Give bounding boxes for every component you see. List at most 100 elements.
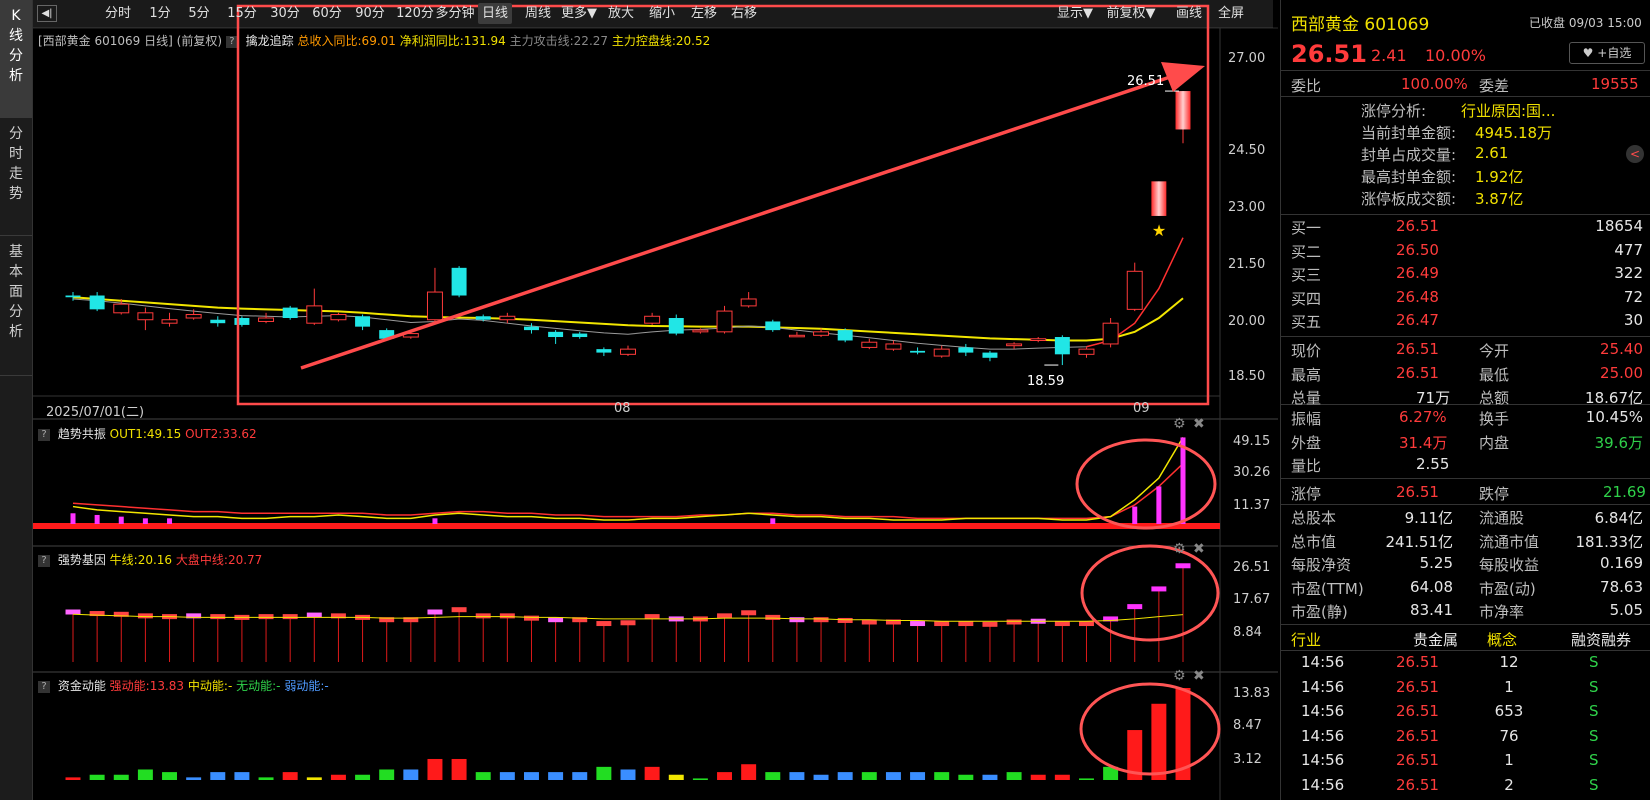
quote-value: 71万 [1416,389,1451,407]
panel3-bar [765,772,781,780]
candle [572,331,588,339]
toolbar-item-0[interactable]: 分时 [99,3,137,24]
tab-intraday[interactable]: 分时走势 [0,118,32,236]
panel3-bar [137,769,153,780]
toolbar-item-13[interactable]: 缩小 [644,3,680,24]
fund-label: 每股净资 [1291,556,1352,574]
panel3-bar [789,772,805,780]
gear-icon: ⚙ [1173,668,1186,684]
tab-kline[interactable]: K线分析 [0,0,32,118]
tab-margin[interactable]: 融资融券 [1571,629,1631,650]
bid-volume: 18654 [1595,217,1643,235]
toolbar-item-11[interactable]: 更多▼ [558,3,600,24]
candle-body [644,315,661,324]
bid-price: 26.49 [1396,264,1439,282]
tab-industry[interactable]: 行业 [1291,629,1321,650]
panel2-header: ? 强势基因 牛线:20.16 大盘中线:20.77 [38,551,262,568]
toolbar-item-7[interactable]: 120分 [396,3,434,24]
x-start-label: 2025/07/01(二) [46,405,145,420]
panel1-base-band [33,523,1220,529]
toolbar-right-item-0[interactable]: 显示▼ [1053,3,1097,24]
candle [137,307,154,331]
candle [451,266,467,298]
y-tick-label: 24.50 [1228,143,1266,158]
toolbar-item-3[interactable]: 15分 [223,3,261,24]
quote-label: 今开 [1479,342,1510,360]
candle [740,292,757,308]
help-icon[interactable]: ? [38,428,50,441]
candle-body [933,348,950,357]
bid-label: 买四 [1291,289,1322,308]
fund-value: 241.51亿 [1385,532,1454,551]
candle-body [1054,337,1070,355]
panel3-bar [668,774,684,780]
toolbar-item-6[interactable]: 90分 [353,3,387,24]
candle-body [1078,348,1095,355]
candle [355,314,371,331]
panel1-bar [167,518,173,524]
candle [210,316,226,327]
stock-code: 601069 [1364,15,1430,35]
panel3-y-tick: 3.12 [1233,752,1262,767]
panel3-bar [282,772,298,780]
candle [885,340,902,351]
toolbar-item-2[interactable]: 5分 [183,3,215,24]
side-tab-bar: K线分析 分时走势 基本面分析 [0,0,33,800]
add-watchlist-button[interactable]: ♥ +自选 [1569,42,1645,64]
panel2-bar [813,617,829,623]
panel3-strong: 强动能:13.83 [109,679,185,693]
toolbar-right-item-1[interactable]: 前复权▼ [1103,3,1159,24]
panel3-y-tick: 13.83 [1233,686,1271,701]
panel1-header: ? 趋势共振 OUT1:49.15 OUT2:33.62 [38,425,257,442]
candle-body [451,267,467,296]
low-price-label: 18.59 [1027,374,1065,389]
toolbar-item-12[interactable]: 放大 [603,3,639,24]
candle-body [668,318,684,334]
quote-label: 最高 [1291,365,1322,384]
fund-value: 6.84亿 [1594,509,1643,527]
candle [788,331,805,338]
fund-value: 9.11亿 [1404,509,1453,527]
toolbar-item-5[interactable]: 60分 [310,3,344,24]
toolbar-item-4[interactable]: 30分 [268,3,302,24]
fund-label: 流通市值 [1479,532,1540,551]
tab-fundamental[interactable]: 基本面分析 [0,236,32,376]
toolbar-item-15[interactable]: 右移 [726,3,762,24]
fund-value: 0.169 [1600,554,1643,572]
toolbar-right-item-3[interactable]: 全屏 [1213,3,1249,24]
panel1-y-tick: 11.37 [1233,498,1271,513]
bid-label: 买一 [1291,219,1322,237]
stock-title: 西部黄金 601069 [1291,10,1429,35]
candle-body [523,326,539,331]
bid-volume: 322 [1614,264,1643,282]
toolbar-item-9[interactable]: 日线 [478,3,512,24]
collapse-arrow-icon[interactable]: < [1626,145,1644,163]
candle-body [185,314,202,319]
toolbar-item-14[interactable]: 左移 [686,3,722,24]
fund-label: 总市值 [1291,532,1337,551]
help-icon[interactable]: ? [38,554,50,567]
panel2-bar [910,621,926,627]
trade-time: 14:56 [1301,677,1345,696]
y-tick-label: 21.50 [1228,257,1266,272]
toolbar-item-10[interactable]: 周线 [519,3,557,24]
trade-price: 26.51 [1396,702,1439,720]
candle [620,345,636,357]
industry-value[interactable]: 贵金属 [1413,629,1458,650]
toolbar-right-item-2[interactable]: 画线 [1172,3,1206,24]
weibi-label: 委比 [1291,77,1322,95]
candle-body [765,321,781,331]
panel3-bar [330,774,346,780]
quote-value: 31.4万 [1399,433,1448,452]
candle-body [837,330,853,341]
panel1-bar [1132,506,1138,524]
panel2-bar [427,609,443,615]
panel3-bar [523,772,539,780]
limit-down-label: 跌停 [1479,485,1510,503]
toolbar-item-8[interactable]: 多分钟 [433,3,477,24]
trade-time: 14:56 [1301,702,1345,720]
toolbar-item-1[interactable]: 1分 [144,3,176,24]
tab-concept[interactable]: 概念 [1487,629,1517,650]
panel2-y-tick: 8.84 [1233,625,1262,640]
help-icon[interactable]: ? [38,680,50,693]
